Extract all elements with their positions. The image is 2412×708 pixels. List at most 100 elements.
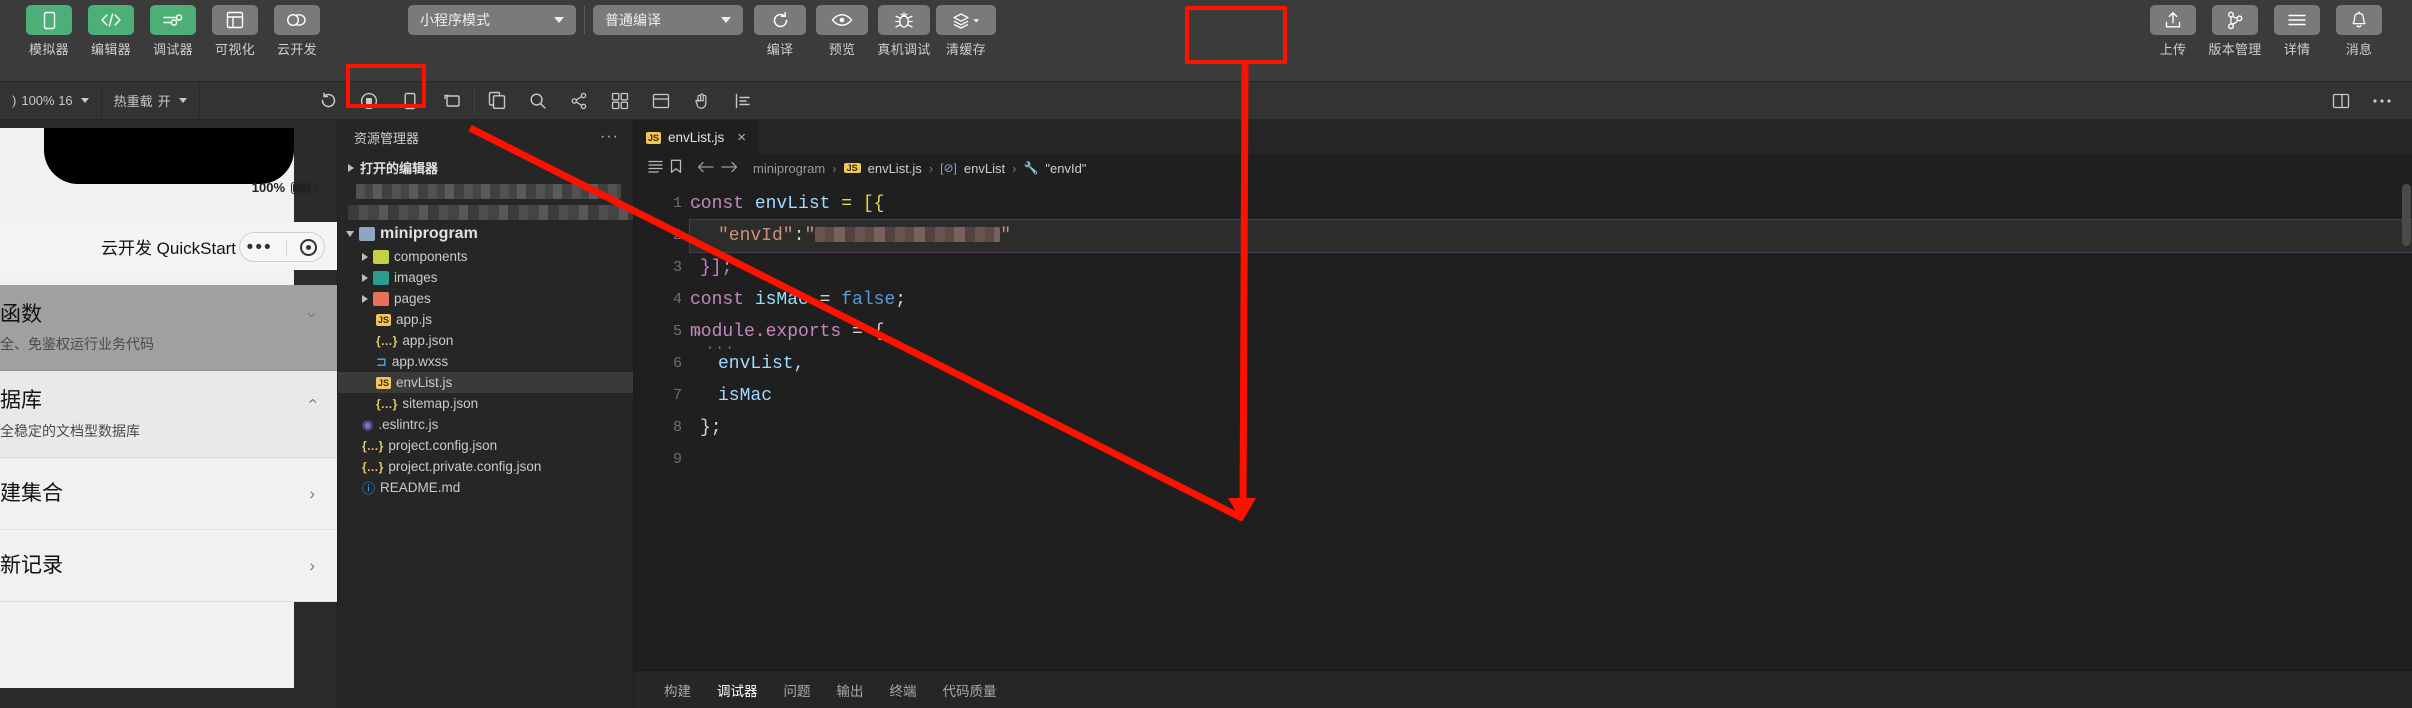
card-title: 据库	[0, 389, 42, 413]
toolbar-item-cloud[interactable]: 云开发	[266, 0, 328, 58]
list-item[interactable]: 据库 全稳定的文档型数据库 ›	[0, 371, 337, 458]
toolbar-item-debugger[interactable]: 调试器	[142, 0, 204, 58]
arrow-left-icon[interactable]	[697, 160, 714, 176]
chevron-right-icon	[362, 294, 368, 303]
tree-item-components[interactable]: components	[338, 246, 633, 267]
chevron-right-icon: ›	[309, 555, 315, 575]
tree-item-eslintrc[interactable]: ◉ .eslintrc.js	[338, 414, 633, 435]
wechat-devtools-window: 模拟器 编辑器 调试器 可视化 云开发 小程序模式 普通编译 编译 预览 真机调…	[0, 0, 2412, 708]
device-icon[interactable]	[390, 82, 431, 119]
tree-item-pages[interactable]: pages	[338, 288, 633, 309]
breadcrumb-part-file[interactable]: envList.js	[868, 161, 922, 176]
zoom-value: 100% 16	[21, 93, 73, 108]
breadcrumb-part-property[interactable]: "envId"	[1045, 161, 1086, 176]
copy-icon[interactable]	[477, 82, 518, 119]
tabs-empty-area	[758, 120, 2412, 154]
bottom-tab-terminal[interactable]: 终端	[890, 680, 917, 700]
refresh-circle-icon[interactable]	[308, 82, 349, 119]
tree-item-readme[interactable]: ⓘ README.md	[338, 477, 633, 498]
hot-reload-control[interactable]: 热重载 开	[102, 82, 200, 119]
breadcrumb-part-symbol[interactable]: envList	[964, 161, 1005, 176]
tree-item-envlist-js[interactable]: JS envList.js	[338, 372, 633, 393]
code-line-4: const isMac = false;	[690, 284, 2412, 316]
tab-envlist-js[interactable]: JS envList.js ×	[634, 120, 759, 154]
grid-icon[interactable]	[600, 82, 641, 119]
capsule-button[interactable]: •••	[239, 232, 325, 262]
record-icon[interactable]	[349, 82, 390, 119]
toolbar-item-visualization[interactable]: 可视化	[204, 0, 266, 58]
messages-button[interactable]: 消息	[2328, 0, 2390, 58]
tree-item-app-wxss[interactable]: ⊐ app.wxss	[338, 351, 633, 372]
list-icon[interactable]	[648, 160, 663, 176]
split-editor-icon[interactable]	[2320, 82, 2361, 119]
mode-select[interactable]: 小程序模式	[408, 5, 576, 35]
explorer-title: 资源管理器	[354, 130, 420, 146]
preview-button[interactable]: 预览	[811, 0, 873, 58]
list-item[interactable]: 新记录 ›	[0, 529, 337, 603]
bookmark-icon[interactable]	[670, 159, 682, 177]
compile-button[interactable]: 编译	[749, 0, 811, 58]
toolbar-label: 版本管理	[2208, 42, 2262, 57]
refresh-icon	[754, 5, 806, 35]
subbar-left: ) 100% 16 热重载 开	[0, 82, 200, 119]
tree-item-images[interactable]: images	[338, 267, 633, 288]
real-device-debug-button[interactable]: 真机调试	[873, 0, 935, 58]
line-number: 1 ⌄	[634, 188, 702, 220]
card-title: 函数	[0, 303, 42, 326]
search-icon[interactable]	[518, 82, 559, 119]
identifier-ismac: isMac	[754, 290, 809, 310]
tree-root-miniprogram[interactable]: miniprogram	[338, 223, 633, 244]
bottom-tab-code-quality[interactable]: 代码质量	[943, 680, 997, 700]
bottom-tab-output[interactable]: 输出	[837, 680, 864, 700]
align-icon[interactable]	[723, 82, 764, 119]
bottom-tab-build[interactable]: 构建	[664, 680, 691, 700]
list-item[interactable]: 函数 全、免鉴权运行业务代码 ›	[0, 285, 337, 372]
breadcrumb-part-folder[interactable]: miniprogram	[753, 161, 825, 176]
hand-icon[interactable]	[682, 82, 723, 119]
bottom-tab-problems[interactable]: 问题	[784, 680, 811, 700]
keyword-const: const	[690, 290, 745, 310]
zoom-control[interactable]: ) 100% 16	[0, 82, 102, 119]
toolbar-label: 模拟器	[29, 42, 69, 57]
upload-button[interactable]: 上传	[2142, 0, 2204, 58]
tree-item-label: README.md	[380, 480, 461, 495]
tree-item-project-config[interactable]: {…} project.config.json	[338, 435, 633, 456]
code-punctuation: ;	[895, 290, 907, 310]
tree-item-app-js[interactable]: JS app.js	[338, 309, 633, 330]
subbar-icons	[308, 82, 764, 119]
tree-item-app-json[interactable]: {…} app.json	[338, 330, 633, 351]
miniprogram-content: 函数 全、免鉴权运行业务代码 › 据库 全稳定的文档型数据库 › 建集合 › 新…	[0, 285, 337, 708]
panel-icon[interactable]	[641, 82, 682, 119]
more-icon[interactable]	[2361, 82, 2402, 119]
toolbar-label: 编辑器	[91, 42, 131, 57]
toolbar-item-simulator[interactable]: 模拟器	[18, 0, 80, 58]
card-subtitle: 全稳定的文档型数据库	[0, 422, 140, 439]
version-control-button[interactable]: 版本管理	[2204, 0, 2266, 58]
code-lines[interactable]: const envList = [{ "envId":" " }]; const …	[689, 182, 2412, 670]
tree-item-sitemap-json[interactable]: {…} sitemap.json	[338, 393, 633, 414]
code-area[interactable]: 1 ⌄ 2 3 4 5 ⌄ 6 7 8 9 const envList = [{ "…	[634, 182, 2412, 670]
capsule-menu-icon[interactable]: •••	[247, 238, 273, 257]
compile-mode-select[interactable]: 普通编译	[593, 5, 743, 35]
chevron-right-icon	[348, 163, 354, 172]
target-icon[interactable]	[300, 238, 318, 256]
clear-cache-button[interactable]: 清缓存	[935, 0, 997, 58]
close-icon[interactable]: ×	[737, 129, 746, 146]
bottom-tab-debugger[interactable]: 调试器	[717, 680, 758, 700]
editor-scrollbar[interactable]	[2400, 182, 2412, 670]
tree-item-project-private-config[interactable]: {…} project.private.config.json	[338, 456, 633, 477]
list-item[interactable]: 建集合 ›	[0, 457, 337, 530]
multi-screen-icon[interactable]	[431, 82, 472, 119]
details-button[interactable]: 详情	[2266, 0, 2328, 58]
workspace: 100% 云开发 QuickStart ••• 函数 全、免鉴权运行业务代码 ›	[0, 120, 2412, 708]
arrow-right-icon[interactable]	[721, 160, 738, 176]
chevron-right-icon: ›	[309, 483, 315, 503]
wxss-icon: ⊐	[376, 353, 387, 369]
chevron-down-icon: ›	[303, 312, 323, 318]
more-icon[interactable]: ···	[600, 128, 619, 146]
tree-item-label: app.js	[396, 312, 433, 327]
sliders-icon	[150, 5, 196, 35]
toolbar-item-editor[interactable]: 编辑器	[80, 0, 142, 58]
open-editors-section[interactable]: 打开的编辑器	[338, 154, 633, 181]
share-icon[interactable]	[559, 82, 600, 119]
